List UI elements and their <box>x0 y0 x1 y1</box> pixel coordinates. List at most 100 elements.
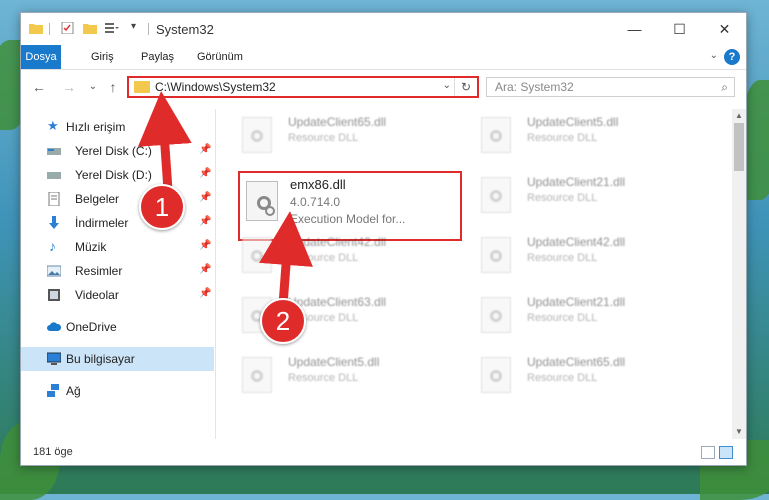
help-button[interactable]: ? <box>724 49 740 65</box>
sidebar-item-label: Bu bilgisayar <box>66 352 135 366</box>
forward-button[interactable]: → <box>59 77 79 97</box>
sidebar-item-documents[interactable]: Belgeler 📌 <box>21 187 214 211</box>
sidebar-item-pictures[interactable]: Resimler 📌 <box>21 259 214 283</box>
recent-locations-icon[interactable]: ⌄ <box>83 77 103 97</box>
customize-toolbar-icon[interactable] <box>105 22 119 34</box>
dll-file-icon <box>481 177 511 213</box>
drive-icon <box>47 172 61 179</box>
star-icon: ★ <box>47 118 59 133</box>
file-type: Resource DLL <box>527 252 598 264</box>
file-name: UpdateClient5.dll <box>527 115 619 129</box>
address-dropdown-icon[interactable]: ⌄ <box>443 80 451 91</box>
file-item[interactable]: UpdateClient65.dll Resource DLL <box>238 111 458 161</box>
search-icon[interactable]: ⌕ <box>721 80 728 95</box>
details-view-icon[interactable] <box>701 446 715 459</box>
network-icon <box>47 384 59 397</box>
divider <box>49 23 50 35</box>
cloud-icon <box>47 322 61 331</box>
refresh-button[interactable]: ↻ <box>454 78 477 96</box>
tab-file[interactable]: Dosya <box>21 45 61 69</box>
file-type: Resource DLL <box>527 372 598 384</box>
navigation-pane: ★ Hızlı erişim Yerel Disk (C:) 📌 Yerel D… <box>21 109 214 439</box>
file-item[interactable]: UpdateClient5.dll Resource DLL <box>238 351 458 401</box>
sidebar-item-label: İndirmeler <box>75 216 129 230</box>
file-item[interactable]: UpdateClient5.dll Resource DLL <box>477 111 697 161</box>
file-name: UpdateClient63.dll <box>288 295 387 309</box>
pin-icon: 📌 <box>199 144 212 155</box>
file-type: Resource DLL <box>527 192 598 204</box>
callout-badge-1: 1 <box>139 184 185 230</box>
file-item[interactable]: UpdateClient42.dll Resource DLL <box>238 231 458 281</box>
address-text[interactable]: C:\Windows\System32 <box>155 80 276 94</box>
file-name: UpdateClient21.dll <box>527 175 626 189</box>
sidebar-item-label: Resimler <box>75 264 123 278</box>
file-item[interactable]: UpdateClient65.dll Resource DLL <box>477 351 697 401</box>
search-input[interactable]: Ara: System32 ⌕ <box>486 77 735 97</box>
new-folder-icon[interactable] <box>83 22 97 34</box>
sidebar-item-network[interactable]: Ağ <box>21 379 214 403</box>
pane-divider <box>215 109 216 439</box>
file-version: 4.0.714.0 <box>290 195 341 209</box>
file-type: Resource DLL <box>288 252 359 264</box>
expand-ribbon-icon[interactable]: ⌄ <box>710 50 718 61</box>
ribbon-tabs: Dosya Giriş Paylaş Görünüm ⌄ ? <box>21 45 746 70</box>
file-item[interactable]: UpdateClient42.dll Resource DLL <box>477 231 697 281</box>
quick-access-dropdown-icon[interactable]: ▾ <box>131 21 136 32</box>
sidebar-item-label: Ağ <box>66 384 81 398</box>
dll-file-icon <box>481 357 511 393</box>
file-list: UpdateClient65.dll Resource DLL emx86.dl… <box>217 109 731 439</box>
divider <box>148 23 149 35</box>
properties-icon[interactable] <box>61 22 75 34</box>
sidebar-item-this-pc[interactable]: Bu bilgisayar <box>21 347 214 371</box>
dll-file-icon <box>242 117 272 153</box>
scroll-thumb[interactable] <box>734 123 744 171</box>
sidebar-item-label: Yerel Disk (C:) <box>75 144 152 158</box>
file-name: emx86.dll <box>290 177 346 192</box>
file-type: Resource DLL <box>527 312 598 324</box>
vertical-scrollbar[interactable]: ▲ ▼ <box>732 109 746 439</box>
sidebar-item-quick-access[interactable]: ★ Hızlı erişim <box>21 115 214 139</box>
minimize-button[interactable]: — <box>612 13 657 45</box>
pin-icon: 📌 <box>199 216 212 227</box>
up-button[interactable]: ↑ <box>103 77 123 97</box>
explorer-window: ▾ System32 — ☐ ✕ Dosya Giriş Paylaş Görü… <box>20 12 747 466</box>
sidebar-item-downloads[interactable]: İndirmeler 📌 <box>21 211 214 235</box>
file-item[interactable]: UpdateClient21.dll Resource DLL <box>477 171 697 221</box>
file-name: UpdateClient21.dll <box>527 295 626 309</box>
sidebar-item-drive-d[interactable]: Yerel Disk (D:) 📌 <box>21 163 214 187</box>
dll-file-icon <box>242 237 272 273</box>
pin-icon: 📌 <box>199 168 212 179</box>
tab-home[interactable]: Giriş <box>83 45 122 69</box>
navigation-bar: ← → ⌄ ↑ C:\Windows\System32 ⌄ ↻ Ara: Sys… <box>21 73 746 103</box>
tiles-view-icon[interactable] <box>719 446 733 459</box>
dll-file-icon <box>246 181 278 221</box>
pin-icon: 📌 <box>199 192 212 203</box>
sidebar-item-label: Hızlı erişim <box>66 120 126 134</box>
folder-icon <box>29 24 43 34</box>
sidebar-item-drive-c[interactable]: Yerel Disk (C:) 📌 <box>21 139 214 163</box>
sidebar-item-music[interactable]: ♪ Müzik 📌 <box>21 235 214 259</box>
maximize-button[interactable]: ☐ <box>657 13 702 45</box>
tab-view[interactable]: Görünüm <box>189 45 251 69</box>
dll-file-icon <box>481 297 511 333</box>
close-button[interactable]: ✕ <box>702 13 747 45</box>
tab-share[interactable]: Paylaş <box>133 45 182 69</box>
address-bar[interactable]: C:\Windows\System32 ⌄ ↻ <box>127 76 479 98</box>
back-button[interactable]: ← <box>29 77 49 97</box>
pin-icon: 📌 <box>199 288 212 299</box>
dll-file-icon <box>481 237 511 273</box>
sidebar-item-videos[interactable]: Videolar 📌 <box>21 283 214 307</box>
file-type: Resource DLL <box>527 132 598 144</box>
sidebar-item-onedrive[interactable]: OneDrive <box>21 315 214 339</box>
scroll-up-icon[interactable]: ▲ <box>732 109 746 123</box>
scroll-down-icon[interactable]: ▼ <box>732 425 746 439</box>
pin-icon: 📌 <box>199 264 212 275</box>
pictures-icon <box>47 265 61 277</box>
dll-file-icon <box>481 117 511 153</box>
file-item[interactable]: UpdateClient21.dll Resource DLL <box>477 291 697 341</box>
sidebar-item-label: Videolar <box>75 288 119 302</box>
title-bar: ▾ System32 — ☐ ✕ <box>21 13 746 45</box>
search-placeholder: Ara: System32 <box>495 80 574 94</box>
sidebar-item-label: Belgeler <box>75 192 120 206</box>
file-name: UpdateClient42.dll <box>288 235 387 249</box>
